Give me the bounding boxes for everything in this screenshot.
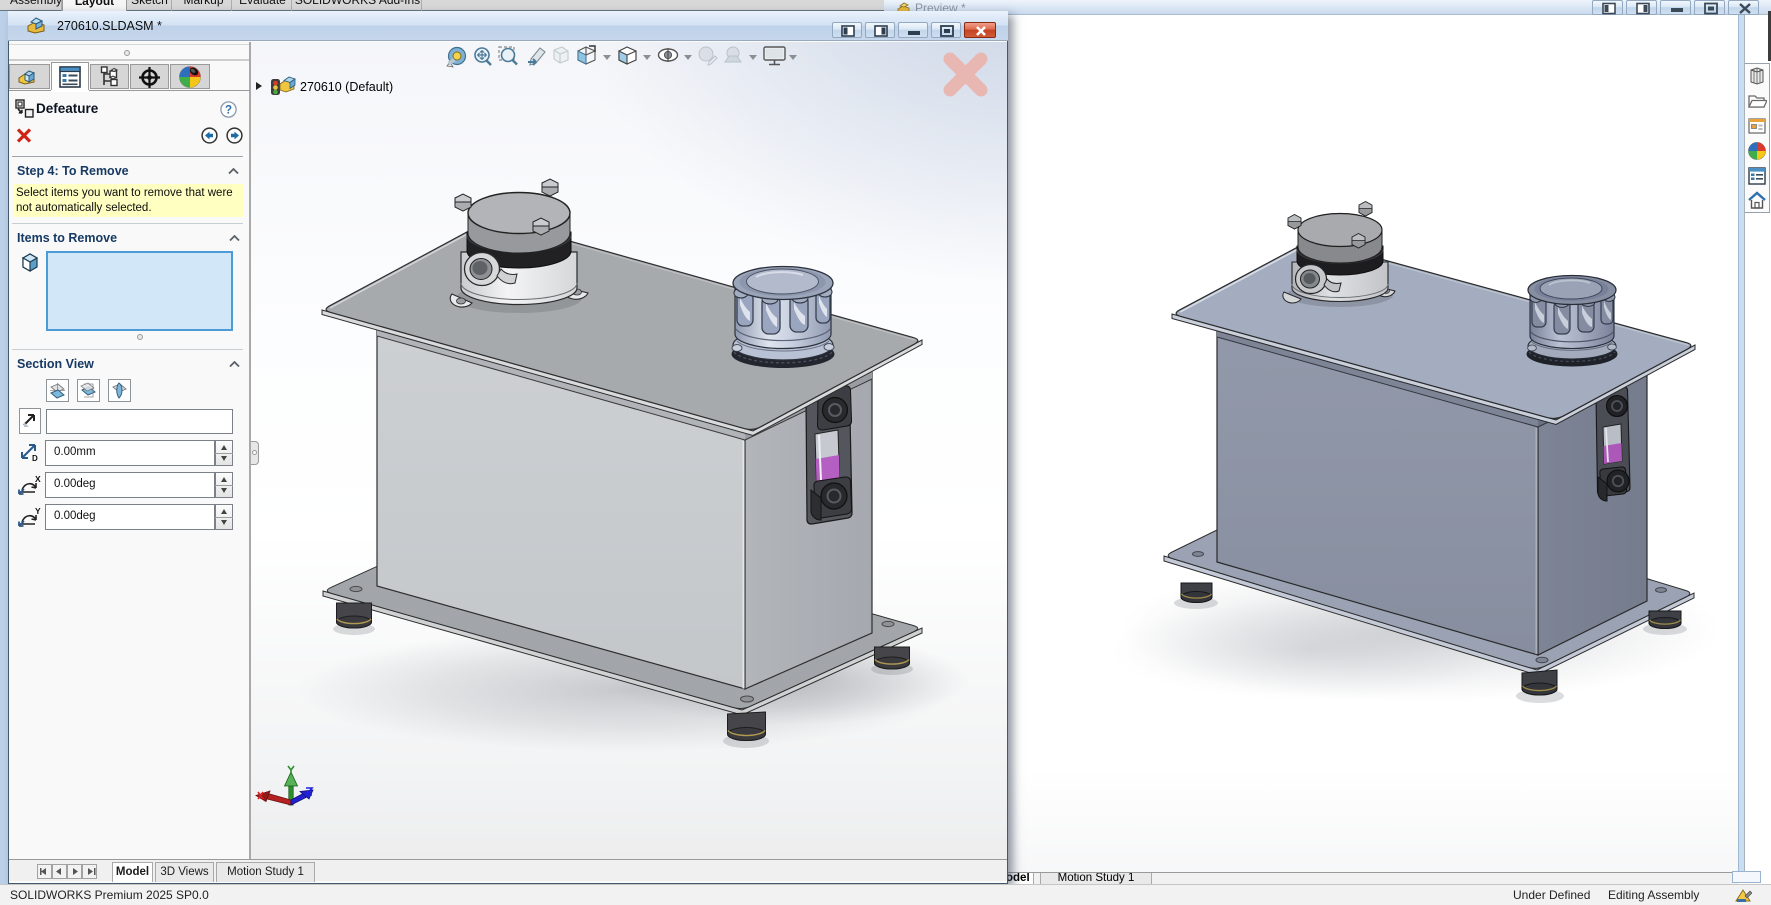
svg-text:270610 (Default): 270610 (Default) xyxy=(300,80,393,94)
svg-text:D: D xyxy=(32,454,38,463)
svg-text:?: ? xyxy=(225,105,232,117)
svg-text:Y: Y xyxy=(35,506,41,516)
svg-text:X: X xyxy=(35,474,41,484)
